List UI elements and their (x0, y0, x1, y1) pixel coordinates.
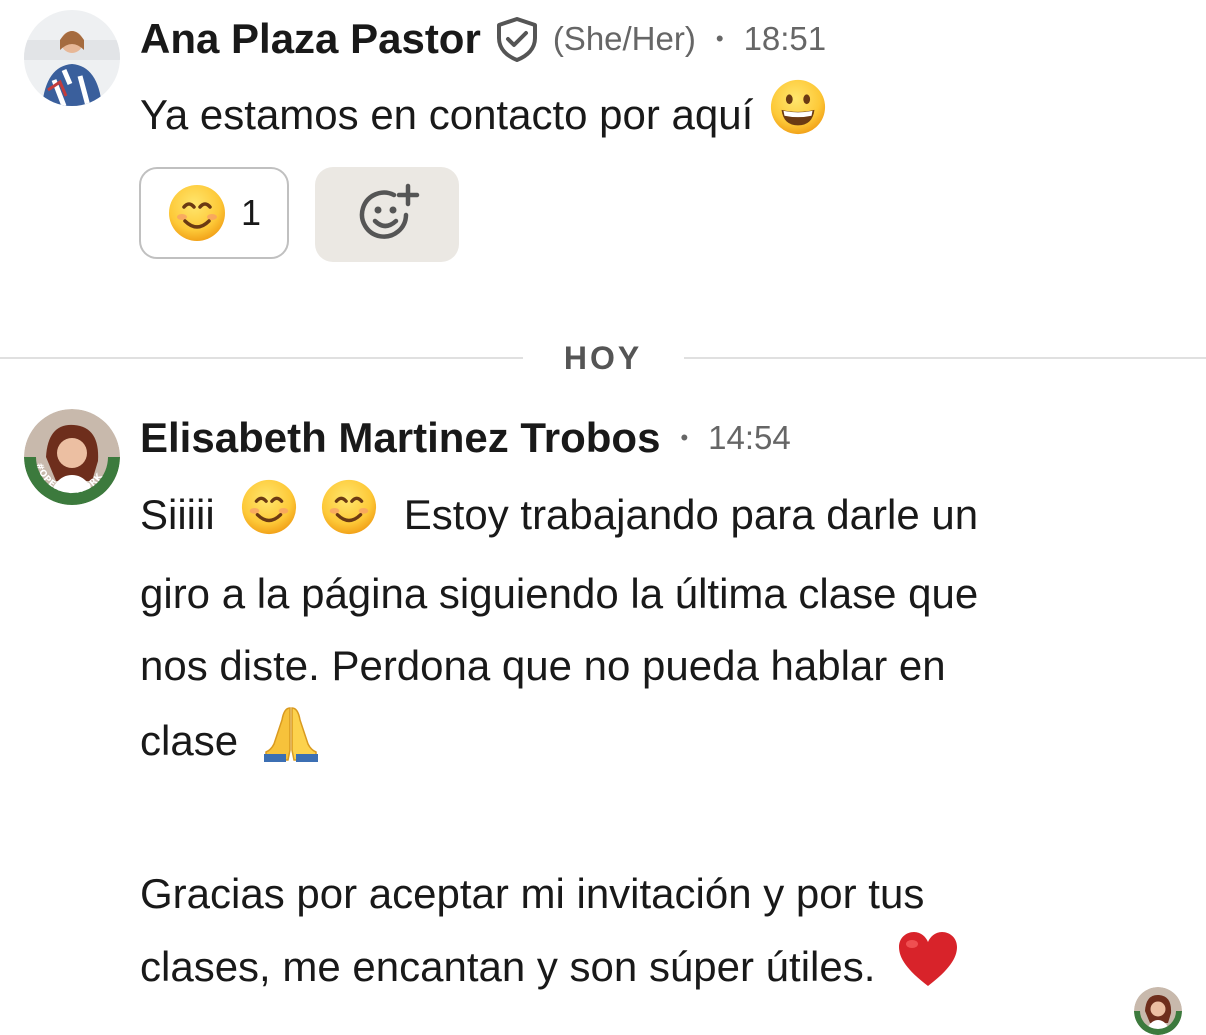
reaction-smiling-face[interactable]: 1 (139, 167, 289, 259)
folded-hands-icon (260, 702, 322, 786)
message-line: giro a la página siguiendo la última cla… (140, 570, 979, 617)
author-name[interactable]: Ana Plaza Pastor (140, 15, 481, 63)
message-line: clases, me encantan y son súper útiles. (140, 930, 1170, 1010)
message-line: clase (140, 702, 1170, 786)
avatar-ana-plaza-pastor[interactable] (24, 10, 120, 106)
avatar-elisabeth-martinez-trobos[interactable]: #OPENTOWORK (24, 409, 120, 505)
divider-line-right (684, 357, 1206, 359)
message-text: Estoy trabajando para darle un (403, 491, 979, 539)
add-reaction-icon (354, 182, 420, 248)
separator-dot: • (680, 425, 689, 450)
message-text: clase (140, 717, 239, 765)
grinning-face-icon (769, 78, 827, 158)
message-body: Ya estamos en contacto por aquí (140, 78, 831, 158)
divider-line-left (0, 357, 523, 359)
message-line: Siiiii Estoy trabajando para darle un (140, 478, 1170, 558)
read-receipt-avatar (1134, 987, 1182, 1035)
message-time: 14:54 (708, 419, 791, 456)
red-heart-icon (897, 930, 959, 1010)
message-line: nos diste. Perdona que no pueda hablar e… (140, 642, 946, 689)
pronouns: (She/Her) (552, 20, 696, 57)
separator-dot: • (715, 26, 724, 51)
verified-shield-icon (495, 16, 539, 62)
author-name[interactable]: Elisabeth Martinez Trobos (140, 414, 660, 462)
smiling-face-icon (320, 478, 378, 558)
message-text: clases, me encantan y son súper útiles. (140, 943, 876, 991)
message-line: Gracias por aceptar mi invitación y por … (140, 870, 925, 917)
smiling-face-icon (240, 478, 298, 558)
message-time: 18:51 (743, 20, 827, 57)
message-text: Siiiii (140, 491, 215, 539)
message-text: Ya estamos en contacto por aquí (140, 91, 754, 139)
message-header: Ana Plaza Pastor (She/Her) • 18:51 (140, 15, 826, 63)
reaction-count: 1 (240, 192, 262, 233)
date-divider: HOY (563, 340, 643, 376)
message-body: Siiiii Estoy trabajando para darle un gi… (140, 478, 1170, 1010)
message-header: Elisabeth Martinez Trobos • 14:54 (140, 414, 791, 462)
smiling-face-icon (167, 183, 227, 243)
add-reaction-button[interactable] (315, 167, 459, 262)
